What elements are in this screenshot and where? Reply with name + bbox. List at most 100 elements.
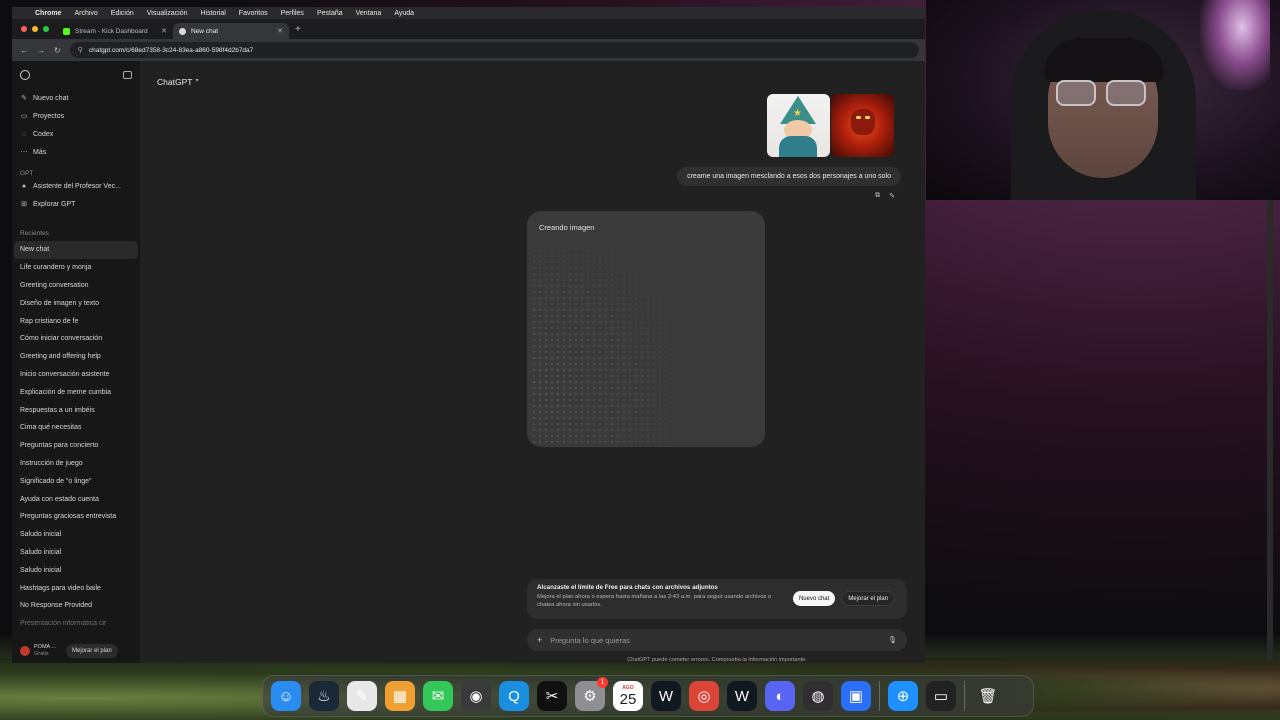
close-window-button[interactable] — [21, 26, 27, 32]
minimize-window-button[interactable] — [32, 26, 38, 32]
chat-main: ChatGPT ▾ ★ creame una imagen mesclando … — [140, 61, 925, 663]
close-tab-icon[interactable]: ✕ — [277, 27, 283, 35]
recent-chat-item[interactable]: Saludo inicial — [12, 526, 140, 544]
webcam-hair — [1044, 38, 1164, 82]
recent-chat-item[interactable]: Instrucción de juego — [12, 455, 140, 473]
tab-title: Stream - Kick Dashboard — [75, 27, 148, 35]
sidebar-toggle-icon[interactable] — [123, 71, 132, 79]
recent-chat-item[interactable]: Rap cristiano de fe — [12, 312, 140, 330]
notes-icon[interactable]: ✎ — [347, 681, 377, 711]
openai-logo-icon[interactable] — [20, 70, 30, 80]
menu-favoritos[interactable]: Favoritos — [239, 10, 268, 17]
recent-chat-item[interactable]: Inicio conversación asistente — [12, 366, 140, 384]
menu-archivo[interactable]: Archivo — [74, 10, 97, 17]
browser-toolbar: ← → ↻ ⚲ chatgpt.com/c/68ed7358-3c24-83ea… — [12, 39, 925, 61]
recent-chat-item[interactable]: Preguntas para concierto — [12, 437, 140, 455]
gpt-item[interactable]: ● Asistente del Profesor Vec... — [12, 177, 140, 195]
obs-icon[interactable]: ◍ — [803, 681, 833, 711]
recent-chat-item[interactable]: Ayuda con estado cuenta — [12, 490, 140, 508]
recent-chat-item[interactable]: Saludo inicial — [12, 561, 140, 579]
screenshot-icon[interactable]: ◉ — [461, 681, 491, 711]
message-composer[interactable]: + Pregunta lo que quieras 🎙 — [527, 629, 907, 651]
recent-chat-item[interactable]: Presentación informática cir — [12, 615, 140, 633]
address-bar[interactable]: ⚲ chatgpt.com/c/68ed7358-3c24-83ea-a860-… — [69, 42, 919, 58]
tab-new-chat[interactable]: New chat ✕ — [173, 23, 289, 39]
menu-ayuda[interactable]: Ayuda — [394, 10, 414, 17]
vnx-icon-2[interactable]: W — [727, 681, 757, 711]
recent-chat-item[interactable]: Respuestas a un imbéis — [12, 401, 140, 419]
trash-icon[interactable]: 🗑 — [973, 681, 1003, 711]
menu-visualizacion[interactable]: Visualización — [147, 10, 188, 17]
recents-section-header: Recientes — [20, 230, 49, 237]
model-selector[interactable]: ChatGPT ▾ — [157, 77, 198, 87]
recent-chat-item[interactable]: Cómo iniciar conversación — [12, 330, 140, 348]
plus-icon[interactable]: + — [537, 635, 542, 645]
menu-historial[interactable]: Historial — [201, 10, 226, 17]
recent-chat-item[interactable]: Life curandero y monja — [12, 259, 140, 277]
menu-perfiles[interactable]: Perfiles — [281, 10, 304, 17]
menu-app-name[interactable]: Chrome — [35, 10, 61, 17]
address-url: chatgpt.com/c/68ed7358-3c24-83ea-a860-59… — [88, 46, 254, 54]
recent-chat-item[interactable]: Explicación de meme cumbia — [12, 383, 140, 401]
zoom-window-button[interactable] — [43, 26, 49, 32]
recent-chat-item[interactable]: No Response Provided — [12, 597, 140, 615]
chatgpt-icon — [179, 27, 186, 35]
back-icon[interactable]: ← — [20, 46, 28, 55]
composer-input[interactable]: Pregunta lo que quieras — [550, 636, 880, 645]
stream-window-icon[interactable]: ▭ — [926, 681, 956, 711]
recent-chat-item[interactable]: Diseño de imagen y texto — [12, 294, 140, 312]
settings-icon[interactable]: ⚙ 1 — [575, 677, 608, 711]
sidebar-gpts: ● Asistente del Profesor Vec... ⊞ Explorar … — [12, 177, 140, 213]
codex-icon: ◌ — [21, 130, 27, 138]
new-tab-icon[interactable]: + — [289, 24, 301, 35]
sidebar-item-nuevo-chat[interactable]: ✎ Nuevo chat — [12, 89, 140, 107]
roblox-studio-icon[interactable]: ▣ — [841, 681, 871, 711]
fire-demon-thumbnail[interactable] — [831, 94, 894, 157]
menu-ventana[interactable]: Ventana — [356, 10, 382, 17]
sidebar-header — [12, 61, 140, 89]
recent-chat-item[interactable]: Cima qué necesitas — [12, 419, 140, 437]
capcut-icon[interactable]: ✂ — [537, 681, 567, 711]
quicktime-icon[interactable]: Q — [499, 681, 529, 711]
generation-placeholder-dots — [531, 247, 671, 443]
microphone-icon[interactable]: 🎙 — [888, 636, 897, 644]
sidebar-item-proyectos[interactable]: ▭ Proyectos — [12, 107, 140, 125]
recent-chat-item[interactable]: Greeting and offering help — [12, 348, 140, 366]
gpt-item[interactable]: ⊞ Explorar GPT — [12, 195, 140, 213]
discord-icon[interactable]: ◐ — [765, 681, 795, 711]
recent-chat-item[interactable]: Preguntas graciosas entrevista — [12, 508, 140, 526]
sidebar-upgrade-button[interactable]: Mejorar el plan — [66, 644, 118, 658]
edit-icon[interactable]: ✎ — [889, 192, 895, 200]
sidebar-item-m-s[interactable]: ⋯ Más — [12, 143, 140, 161]
demon-eye-left — [856, 116, 861, 119]
site-info-icon[interactable]: ⚲ — [78, 46, 83, 54]
recent-chat-item[interactable]: Hashtags para video baile — [12, 579, 140, 597]
safari-icon[interactable]: ⊕ — [888, 681, 918, 711]
forward-icon[interactable]: → — [37, 46, 45, 55]
new-chat-button[interactable]: Nuevo chat — [792, 591, 836, 606]
menu-edicion[interactable]: Edición — [111, 10, 134, 17]
recent-chat-item[interactable]: Significado de "o linge" — [12, 472, 140, 490]
disclaimer-text: ChatGPT puede cometer errores. Comprueba… — [627, 657, 807, 663]
sidebar-item-codex[interactable]: ◌ Codex — [12, 125, 140, 143]
launchpad-icon[interactable]: ▦ — [385, 681, 415, 711]
messages-icon[interactable]: ✉ — [423, 681, 453, 711]
recent-chat-item[interactable]: Greeting conversation — [12, 277, 140, 295]
upgrade-plan-button[interactable]: Mejorar el plan — [841, 591, 895, 606]
steam-icon[interactable]: ♨ — [309, 681, 339, 711]
vnx-icon[interactable]: W — [651, 681, 681, 711]
close-tab-icon[interactable]: ✕ — [161, 27, 167, 35]
recent-chat-item[interactable]: New chat — [14, 241, 138, 259]
menu-pestana[interactable]: Pestaña — [317, 10, 343, 17]
copy-icon[interactable]: ⧉ — [875, 192, 880, 200]
calendar-icon[interactable]: AGO 25 — [613, 681, 643, 711]
chrome-icon[interactable]: ◎ — [689, 681, 719, 711]
avatar[interactable] — [20, 646, 30, 656]
wizard-thumbnail[interactable]: ★ — [767, 94, 830, 157]
kick-icon — [63, 27, 70, 35]
user-info[interactable]: POMA ... Gratis — [34, 644, 56, 658]
recent-chat-item[interactable]: Saludo inicial — [12, 544, 140, 562]
finder-icon[interactable]: ☺ — [271, 681, 301, 711]
reload-icon[interactable]: ↻ — [54, 46, 61, 55]
tab-kick-dashboard[interactable]: Stream - Kick Dashboard ✕ — [57, 23, 173, 39]
